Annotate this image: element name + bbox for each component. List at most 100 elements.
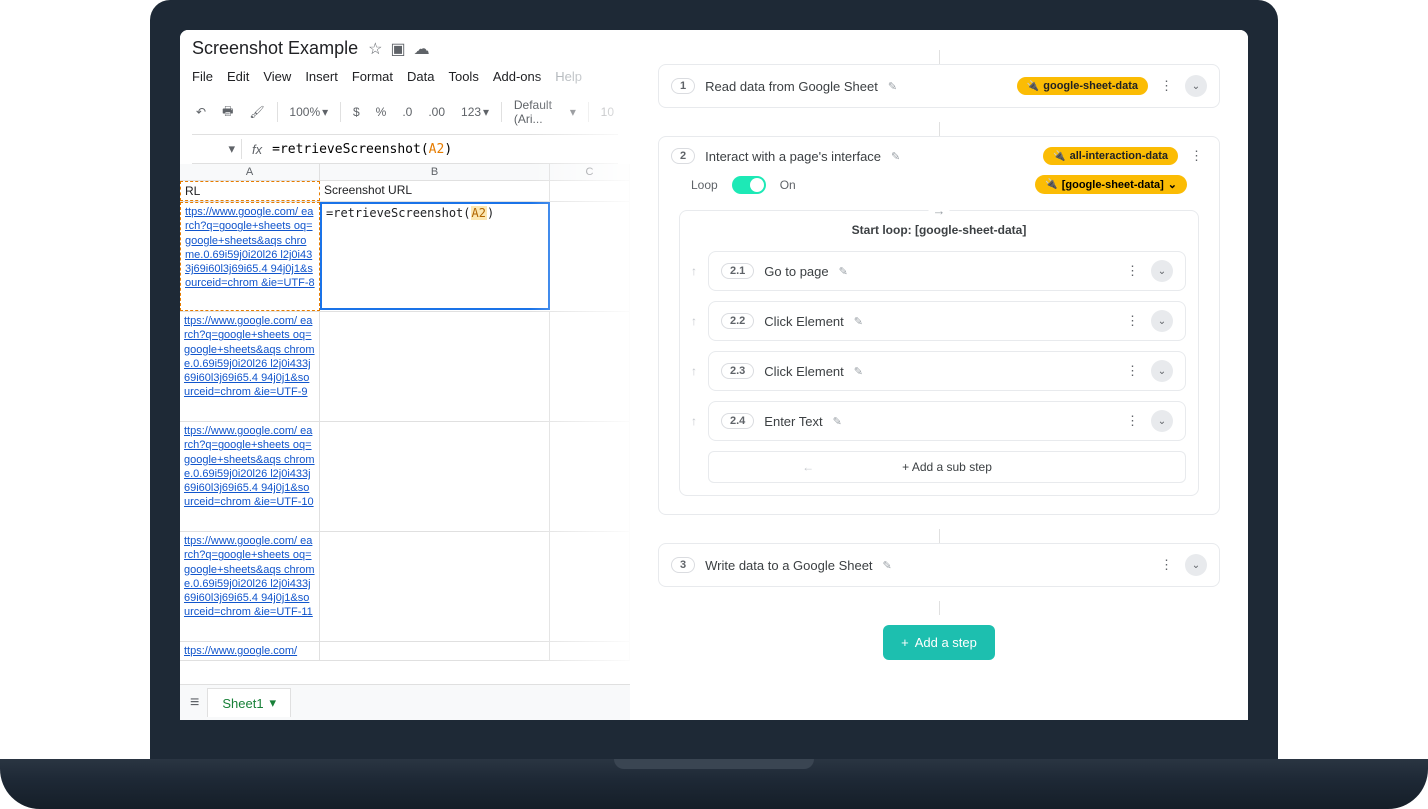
cloud-icon[interactable]: ☁ [414,39,430,59]
sheets-panel: Screenshot Example ☆ ▣ ☁ File Edit View … [180,30,630,720]
substep-actions: ⋮ ⌄ [1122,410,1173,432]
substep-2-3[interactable]: 2.3 Click Element ✎ ⋮ ⌄ [708,351,1186,391]
empty-cell[interactable] [550,532,630,641]
url-cell[interactable]: ttps://www.google.com/ earch?q=google+sh… [180,422,320,531]
substep-2-4[interactable]: 2.4 Enter Text ✎ ⋮ ⌄ [708,401,1186,441]
more-menu-icon[interactable]: ⋮ [1122,363,1143,379]
empty-cell[interactable] [550,642,630,660]
menu-addons[interactable]: Add-ons [493,69,541,84]
separator [340,102,341,122]
more-menu-icon[interactable]: ⋮ [1156,78,1177,94]
edit-icon[interactable]: ✎ [833,415,842,428]
plug-icon: 🔌 [1045,179,1057,190]
menu-data[interactable]: Data [407,69,434,84]
loop-data-badge[interactable]: 🔌[google-sheet-data] ⌄ [1035,175,1187,194]
currency-icon[interactable]: $ [349,103,364,121]
substep-actions: ⋮ ⌄ [1122,360,1173,382]
zoom-dropdown[interactable]: 100% ▾ [285,103,332,121]
menu-tools[interactable]: Tools [448,69,478,84]
empty-cell[interactable] [550,422,630,531]
screen: Screenshot Example ☆ ▣ ☁ File Edit View … [180,30,1248,720]
formula-input[interactable]: =retrieveScreenshot(A2) [272,142,618,157]
edit-icon[interactable]: ✎ [839,265,848,278]
substep-2-2[interactable]: 2.2 Click Element ✎ ⋮ ⌄ [708,301,1186,341]
substep-title: Click Element [764,314,843,329]
doc-title-row: Screenshot Example ☆ ▣ ☁ [192,38,618,59]
number-format-dropdown[interactable]: 123 ▾ [457,103,493,121]
expand-toggle[interactable]: ⌄ [1185,75,1207,97]
data-badge[interactable]: 🔌google-sheet-data [1017,77,1148,95]
percent-icon[interactable]: % [372,103,391,121]
substep-number: 2.1 [721,263,754,279]
step-header: 1 Read data from Google Sheet ✎ 🔌google-… [671,75,1207,97]
edit-icon[interactable]: ✎ [888,80,897,93]
menu-view[interactable]: View [263,69,291,84]
workflow-step-3[interactable]: 3 Write data to a Google Sheet ✎ ⋮ ⌄ [658,543,1220,587]
url-cell[interactable]: ttps://www.google.com/ earch?q=google+sh… [180,532,320,641]
expand-toggle[interactable]: ⌄ [1151,410,1173,432]
decimal-decrease-icon[interactable]: .0 [398,103,416,121]
formula-bar: ▾ fx =retrieveScreenshot(A2) [192,135,618,164]
edit-icon[interactable]: ✎ [854,365,863,378]
chevron-down-icon[interactable]: ▾ [270,695,277,711]
url-cell[interactable]: ttps://www.google.com/ earch?q=google+sh… [180,312,320,421]
more-menu-icon[interactable]: ⋮ [1186,148,1207,164]
more-menu-icon[interactable]: ⋮ [1156,557,1177,573]
col-header-a[interactable]: A [180,164,320,180]
expand-toggle[interactable]: ⌄ [1151,260,1173,282]
font-size[interactable]: 10 [597,103,618,121]
workflow-step-1[interactable]: 1 Read data from Google Sheet ✎ 🔌google-… [658,64,1220,108]
empty-cell[interactable] [320,642,550,660]
edit-icon[interactable]: ✎ [854,315,863,328]
paint-format-icon[interactable]: 🖌 [245,103,268,121]
separator [501,102,502,122]
more-menu-icon[interactable]: ⋮ [1122,313,1143,329]
url-cell[interactable]: ttps://www.google.com/ [180,642,320,660]
substep-2-1[interactable]: 2.1 Go to page ✎ ⋮ ⌄ [708,251,1186,291]
expand-toggle[interactable]: ⌄ [1151,360,1173,382]
workflow-step-2[interactable]: 2 Interact with a page's interface ✎ 🔌al… [658,136,1220,515]
header-cell-a[interactable]: RL [180,181,320,201]
expand-toggle[interactable]: ⌄ [1151,310,1173,332]
menu-edit[interactable]: Edit [227,69,249,84]
font-dropdown[interactable]: Default (Ari... ▾ [510,96,580,128]
grid-body[interactable]: RL Screenshot URL ttps://www.google.com/… [180,181,630,661]
menu-file[interactable]: File [192,69,213,84]
url-cell[interactable]: ttps://www.google.com/ earch?q=google+sh… [180,202,320,311]
table-row: ttps://www.google.com/ earch?q=google+sh… [180,312,630,422]
expand-toggle[interactable]: ⌄ [1185,554,1207,576]
all-sheets-icon[interactable]: ≡ [190,694,199,712]
edit-icon[interactable]: ✎ [891,150,900,163]
add-substep-button[interactable]: + Add a sub step [708,451,1186,483]
empty-cell[interactable] [550,202,630,311]
name-box[interactable]: ▾ [192,139,242,159]
empty-cell[interactable] [550,181,630,201]
active-cell[interactable]: =retrieveScreenshot(A2) [320,202,550,310]
laptop-bezel: Screenshot Example ☆ ▣ ☁ File Edit View … [150,0,1278,760]
edit-icon[interactable]: ✎ [883,559,892,572]
add-step-button[interactable]: + Add a step [883,625,995,660]
empty-cell[interactable] [320,312,550,421]
menu-format[interactable]: Format [352,69,393,84]
sheet-tab[interactable]: Sheet1 ▾ [207,688,291,717]
empty-cell[interactable] [550,312,630,421]
decimal-increase-icon[interactable]: .00 [424,103,449,121]
empty-cell[interactable] [320,532,550,641]
col-header-c[interactable]: C [550,164,630,180]
empty-cell[interactable] [320,422,550,531]
menu-insert[interactable]: Insert [305,69,338,84]
undo-icon[interactable]: ↶ [192,103,210,121]
separator [588,102,589,122]
menu-help[interactable]: Help [555,69,582,84]
more-menu-icon[interactable]: ⋮ [1122,413,1143,429]
star-icon[interactable]: ☆ [368,39,382,59]
loop-label: Loop [691,178,718,192]
header-cell-b[interactable]: Screenshot URL [320,181,550,201]
doc-title[interactable]: Screenshot Example [192,38,358,59]
print-icon[interactable]: 🖶 [218,100,237,125]
loop-toggle[interactable] [732,176,766,194]
more-menu-icon[interactable]: ⋮ [1122,263,1143,279]
move-icon[interactable]: ▣ [390,39,405,59]
col-header-b[interactable]: B [320,164,550,180]
data-badge[interactable]: 🔌all-interaction-data [1043,147,1178,165]
